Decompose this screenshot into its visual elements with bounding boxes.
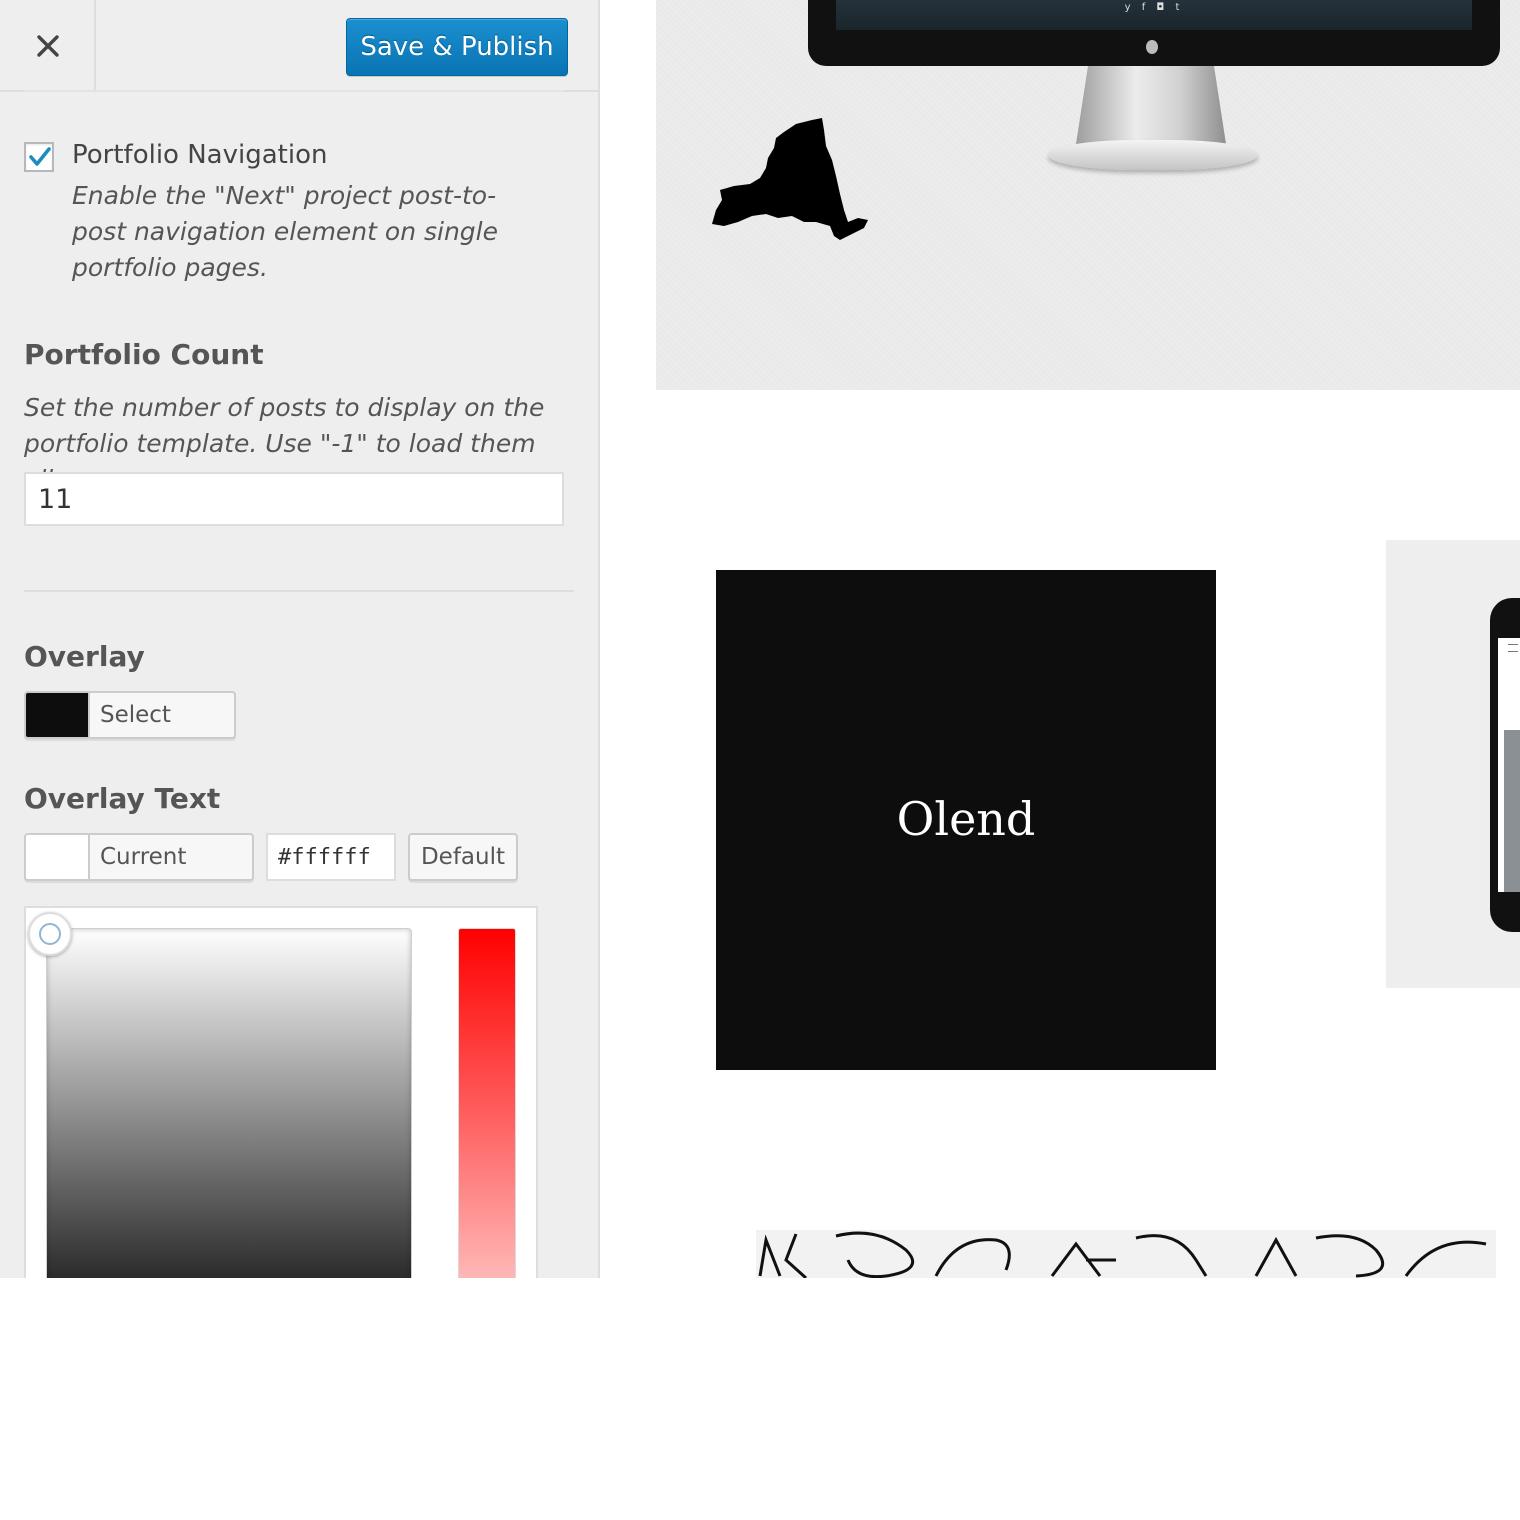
overlay-text-current-color-label: Current Color <box>100 844 187 870</box>
hero-image: y f ◘ t <box>656 0 1520 390</box>
portfolio-count-title: Portfolio Count <box>24 338 264 371</box>
new-york-state-silhouette <box>712 118 868 240</box>
overlay-text-current-color-button[interactable]: Current Color <box>24 833 254 881</box>
typography-artwork <box>758 1231 1487 1278</box>
phone-illustration <box>1490 598 1520 932</box>
checkmark-icon <box>29 147 51 166</box>
overlay-text-hex-input[interactable] <box>266 833 396 881</box>
section-divider <box>24 590 574 592</box>
overlay-text-title: Overlay Text <box>24 782 221 815</box>
menu-icon <box>1508 644 1518 652</box>
project-tile-typography[interactable] <box>756 1230 1496 1278</box>
save-publish-button[interactable]: Save & Publish <box>346 18 568 76</box>
overlay-text-default-button[interactable]: Default <box>408 833 518 881</box>
color-picker-hue-slider[interactable] <box>458 928 516 1278</box>
color-picker-saturation-area[interactable] <box>46 928 412 1278</box>
project-tile-olend[interactable]: Olend <box>716 570 1216 1070</box>
portfolio-navigation-description: Enable the "Next" project post-to-post n… <box>72 181 499 282</box>
header-divider <box>24 90 564 92</box>
apple-logo-icon <box>1146 40 1158 54</box>
close-icon <box>37 35 59 57</box>
customizer-sidebar: Save & Publish Portfolio Navigation Enab… <box>0 0 600 1278</box>
phone-screen-image <box>1504 730 1520 892</box>
monitor-base <box>1048 140 1258 170</box>
monitor-illustration: y f ◘ t <box>808 0 1500 66</box>
monitor-screen: y f ◘ t <box>836 0 1472 30</box>
portfolio-navigation-label[interactable]: Portfolio Navigation <box>72 140 327 170</box>
site-preview: y f ◘ t Olend <box>600 0 1520 1278</box>
customizer-app: Save & Publish Portfolio Navigation Enab… <box>0 0 1520 1278</box>
overlay-title: Overlay <box>24 640 145 673</box>
project-tile-phone[interactable] <box>1386 540 1520 988</box>
sidebar-header: Save & Publish <box>0 0 598 92</box>
close-button[interactable] <box>0 0 96 90</box>
overlay-select-color-button[interactable]: Select Color <box>24 691 236 739</box>
overlay-text-color-swatch <box>26 835 90 879</box>
monitor-stand <box>1076 66 1226 144</box>
overlay-select-color-label: Select Color <box>100 702 171 728</box>
social-icons: y f ◘ t <box>1124 2 1184 13</box>
portfolio-navigation-checkbox[interactable] <box>24 142 54 172</box>
portfolio-count-input[interactable] <box>24 472 564 526</box>
project-title: Olend <box>896 792 1036 846</box>
phone-screen <box>1498 638 1520 892</box>
empty-bottom-area <box>0 1278 1520 1520</box>
overlay-color-swatch <box>26 693 90 737</box>
color-picker-handle[interactable] <box>28 912 72 956</box>
color-picker <box>24 906 538 1278</box>
